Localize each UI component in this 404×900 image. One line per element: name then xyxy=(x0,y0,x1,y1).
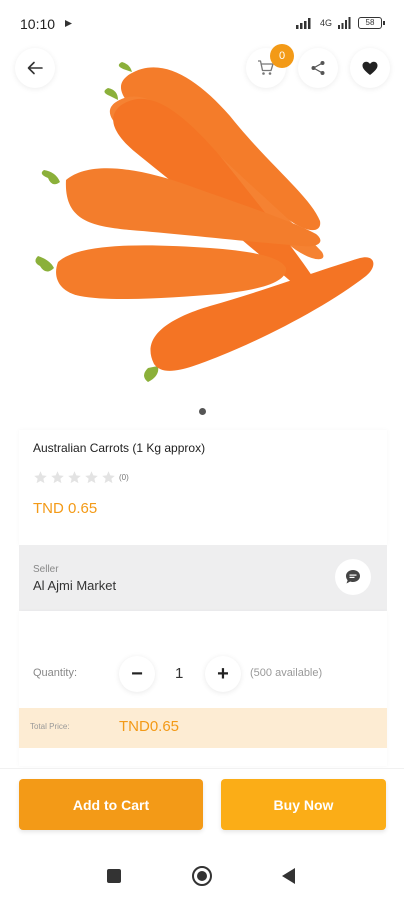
play-flag-icon xyxy=(65,20,72,27)
battery-icon: 58 xyxy=(358,17,385,29)
bottom-action-bar: Add to Cart Buy Now xyxy=(0,768,404,850)
total-price-row: Total Price: TND0.65 xyxy=(19,708,387,748)
increase-quantity-button[interactable]: + xyxy=(205,656,241,692)
available-stock: (500 available) xyxy=(250,667,323,679)
product-info-card: Australian Carrots (1 Kg approx) (0) TND… xyxy=(19,430,387,545)
rating-stars xyxy=(33,470,116,485)
signal-icon xyxy=(295,18,311,29)
home-icon[interactable] xyxy=(192,866,212,886)
recent-apps-icon[interactable] xyxy=(107,869,121,883)
back-triangle-icon[interactable] xyxy=(282,868,295,884)
total-price-value: TND0.65 xyxy=(119,718,180,735)
status-bar: 10:10 4G 58 xyxy=(0,0,404,48)
add-to-cart-button[interactable]: Add to Cart xyxy=(19,779,203,830)
star-icon xyxy=(51,471,64,484)
network-type: 4G xyxy=(319,18,332,28)
system-nav-bar xyxy=(0,850,404,900)
signal-icon-2 xyxy=(338,17,351,29)
seller-label: Seller xyxy=(33,564,59,575)
chat-seller-button[interactable] xyxy=(335,559,371,595)
product-price: TND 0.65 xyxy=(33,500,98,517)
total-price-label: Total Price: xyxy=(30,722,70,731)
image-pagination-dot[interactable] xyxy=(199,408,206,415)
seller-section[interactable]: Seller Al Ajmi Market xyxy=(19,545,387,611)
carrots-image xyxy=(35,62,374,382)
seller-name: Al Ajmi Market xyxy=(33,578,117,593)
buy-now-button[interactable]: Buy Now xyxy=(221,779,386,830)
decrease-quantity-button[interactable]: − xyxy=(119,656,155,692)
quantity-label: Quantity: xyxy=(33,667,78,679)
carrot-5 xyxy=(35,245,287,300)
product-name: Australian Carrots (1 Kg approx) xyxy=(33,441,206,455)
star-icon xyxy=(102,471,115,484)
star-icon xyxy=(34,471,47,484)
rating-count: (0) xyxy=(119,473,129,482)
star-icon xyxy=(68,471,81,484)
quantity-value: 1 xyxy=(175,665,184,682)
star-icon xyxy=(85,471,98,484)
status-time: 10:10 xyxy=(20,16,56,32)
status-indicators: 4G 58 xyxy=(295,17,385,29)
chat-bubble-icon xyxy=(346,570,360,584)
quantity-card: Quantity: − 1 + (500 available) Total Pr… xyxy=(19,611,387,766)
